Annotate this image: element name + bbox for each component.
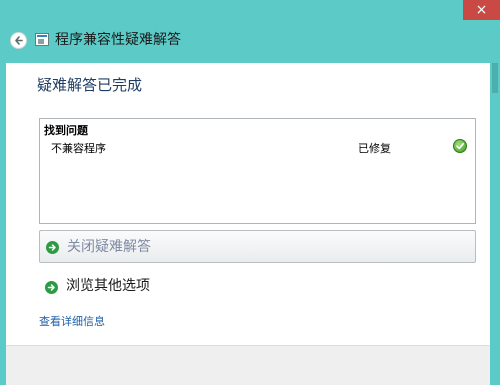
- browse-options-button[interactable]: 浏览其他选项: [39, 272, 476, 302]
- browse-options-label: 浏览其他选项: [66, 278, 150, 294]
- green-arrow-icon: [46, 241, 59, 254]
- back-arrow-icon[interactable]: [10, 32, 27, 49]
- scrollbar-thumb[interactable]: [492, 63, 498, 93]
- troubleshooter-app-icon: [35, 33, 49, 46]
- scrollbar[interactable]: [490, 63, 500, 385]
- page-heading: 疑难解答已完成: [37, 76, 143, 94]
- problem-status: 已修复: [358, 142, 391, 155]
- view-details-link[interactable]: 查看详细信息: [39, 313, 105, 329]
- close-button[interactable]: ×: [463, 0, 500, 20]
- close-troubleshooter-label: 关闭疑难解答: [67, 239, 151, 255]
- results-panel: 找到问题 不兼容程序 已修复: [39, 118, 476, 224]
- results-header: 找到问题: [44, 124, 88, 137]
- problem-name: 不兼容程序: [51, 142, 106, 155]
- footer-bar: [6, 345, 490, 385]
- window-title: 程序兼容性疑难解答: [55, 32, 181, 48]
- close-troubleshooter-button[interactable]: 关闭疑难解答: [39, 230, 476, 263]
- green-arrow-icon: [45, 281, 58, 294]
- title-bar: × 程序兼容性疑难解答: [0, 0, 500, 63]
- green-check-icon: [453, 139, 467, 153]
